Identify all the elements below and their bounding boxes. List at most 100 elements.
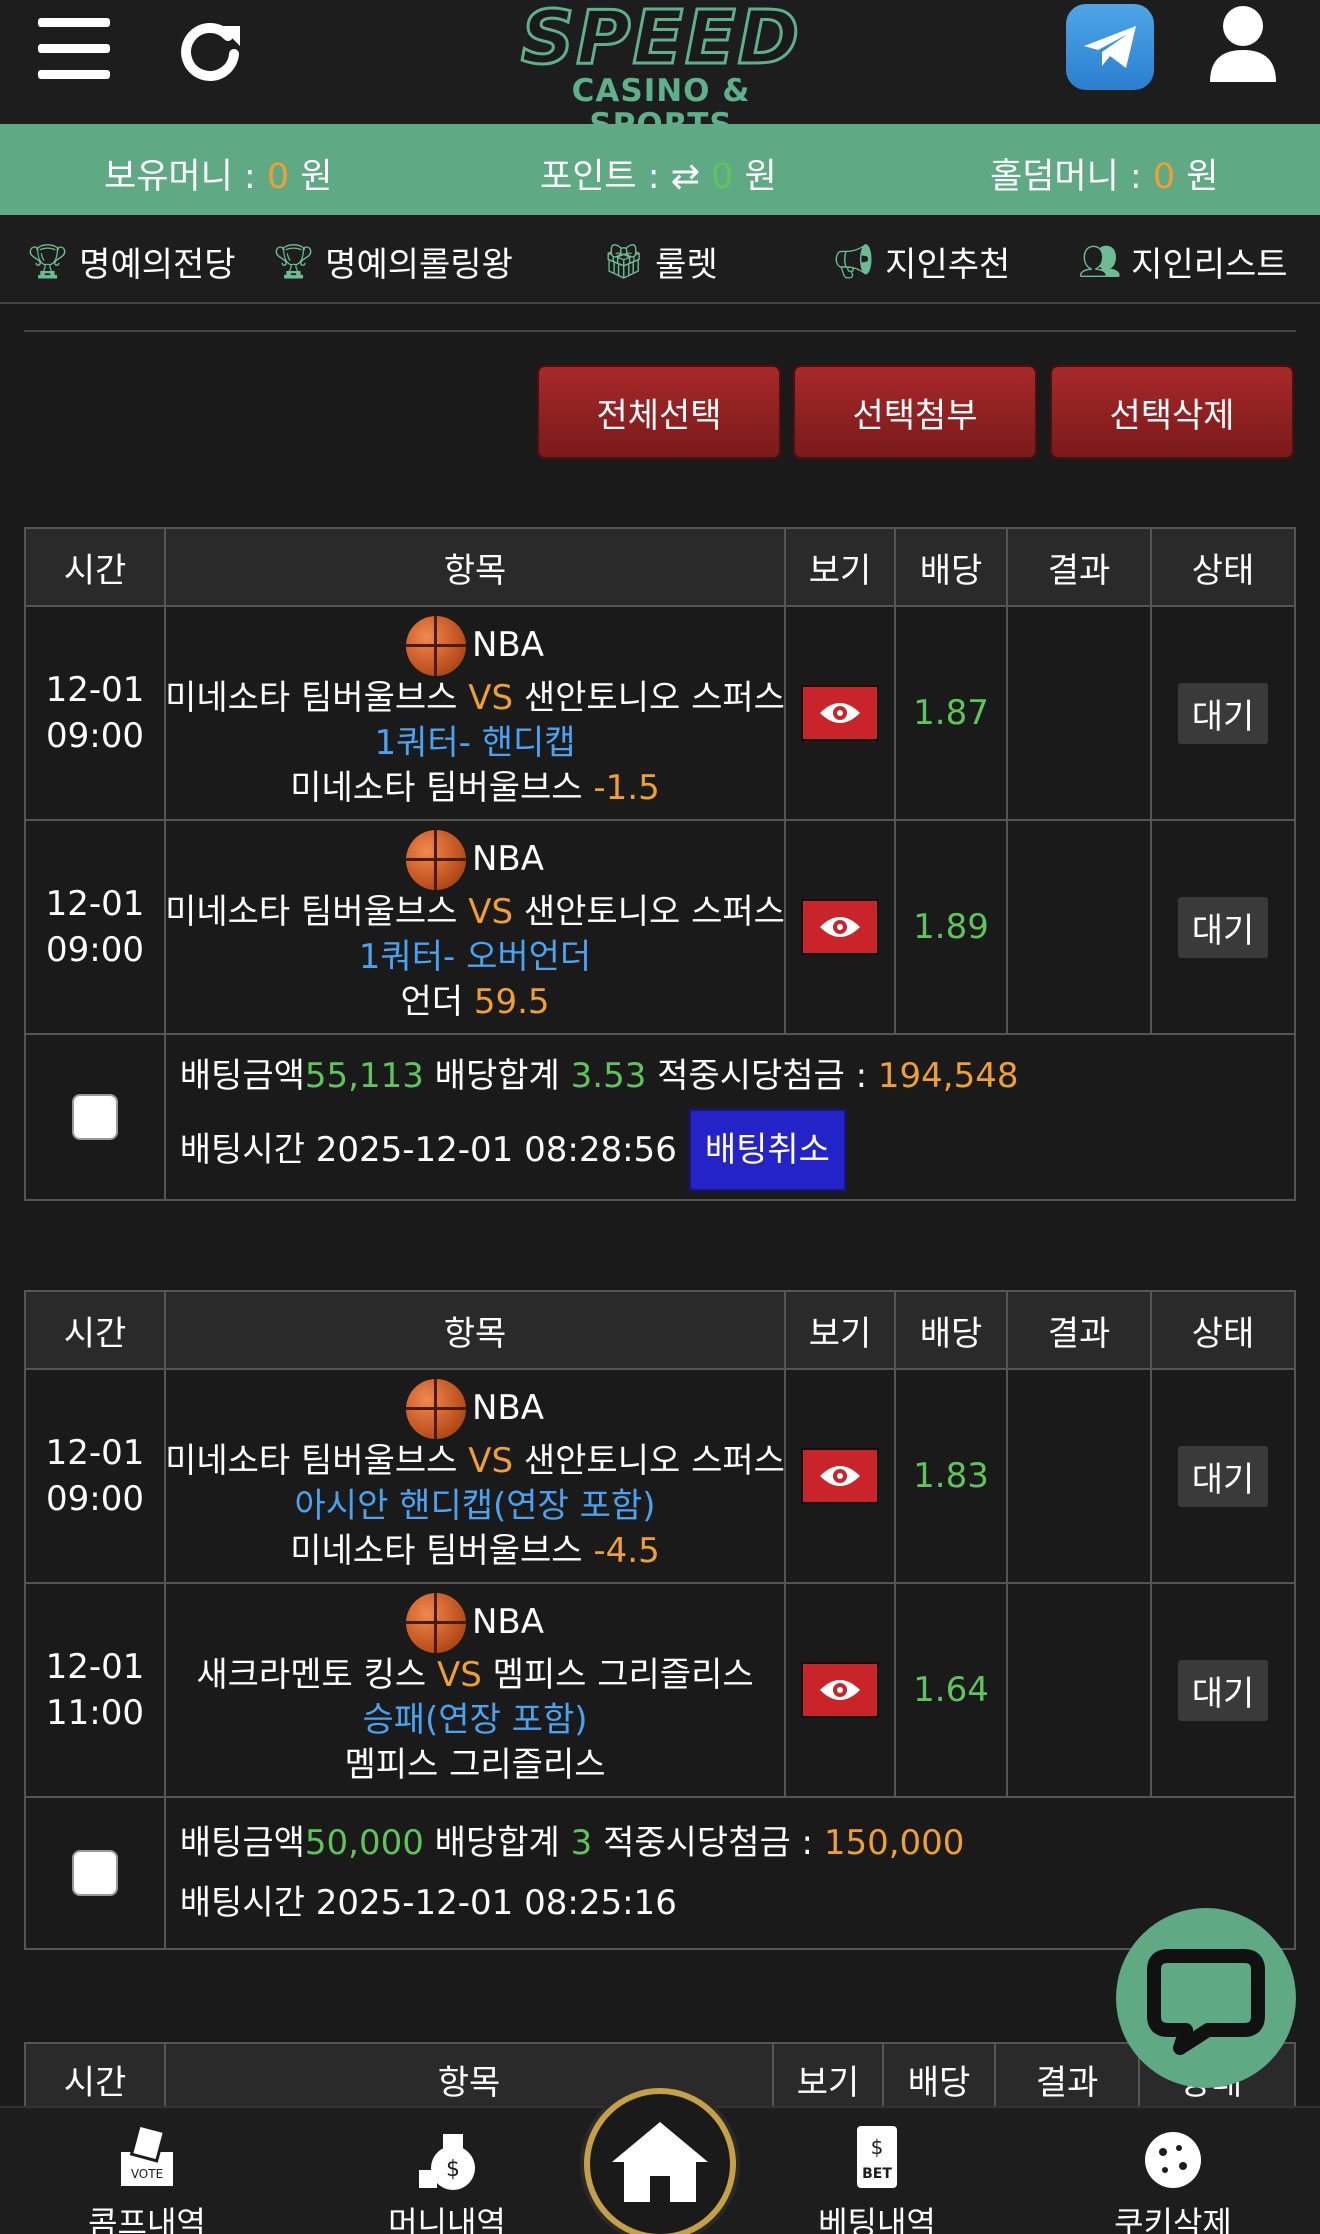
status-cell: 대기 <box>1152 1370 1294 1582</box>
header-view: 보기 <box>786 529 896 605</box>
bottom-nav-comp[interactable]: VOTE 콤프내역 <box>62 2122 232 2234</box>
odds-cell: 1.64 <box>896 1584 1008 1796</box>
status-badge: 대기 <box>1177 1659 1269 1721</box>
game-info: NBA 미네소타 팀버울브스 VS 샌안토니오 스퍼스 아시안 핸디캡(연장 포… <box>166 1370 786 1582</box>
point-money: 포인트 : ⇄ 0 원 <box>540 157 777 197</box>
header-item: 항목 <box>166 1292 786 1368</box>
delete-selected-button[interactable]: 선택삭제 <box>1050 365 1294 459</box>
header-view: 보기 <box>786 1292 896 1368</box>
table-header-row: 시간 항목 보기 배당 결과 상태 <box>26 1292 1294 1370</box>
odds-cell: 1.89 <box>896 821 1008 1033</box>
megaphone-icon: 📢︎ <box>832 241 876 282</box>
basketball-icon <box>405 1592 466 1653</box>
nav-rolling-king[interactable]: 🏆︎ 명예의롤링왕 <box>272 237 513 286</box>
select-checkbox[interactable] <box>71 1094 118 1140</box>
checkbox-cell <box>26 1798 166 1948</box>
header-time: 시간 <box>26 529 166 605</box>
game-time: 12-01 09:00 <box>26 607 166 819</box>
header-status: 상태 <box>1191 1313 1255 1354</box>
vote-box-icon: VOTE <box>115 2122 179 2192</box>
bottom-nav-cookie[interactable]: 쿠키삭제 <box>1088 2122 1258 2234</box>
exchange-icon[interactable]: ⇄ <box>671 157 711 197</box>
svg-text:$: $ <box>871 2135 884 2159</box>
nav-referral[interactable]: 📢︎ 지인추천 <box>832 237 1010 286</box>
header-time: 시간 <box>26 1292 166 1368</box>
table-row: 12-01 11:00 NBA 새크라멘토 킹스 VS 멤피스 그리즐리스 승패… <box>26 1584 1294 1798</box>
view-cell <box>786 1370 896 1582</box>
bet-slip-icon: $ BET <box>845 2122 909 2192</box>
result-cell <box>1008 607 1152 819</box>
result-cell <box>1008 1370 1152 1582</box>
basketball-icon <box>405 1378 466 1439</box>
bet-summary-row: 배팅금액 55,113 배당합계 3.53 적중시당첨금 : 194,548 배… <box>26 1035 1294 1199</box>
status-badge: 대기 <box>1177 682 1269 744</box>
top-header: SPEED CASINO & SPORTS <box>0 0 1320 142</box>
table-row: 12-01 09:00 NBA 미네소타 팀버울브스 VS 샌안토니오 스퍼스 … <box>26 607 1294 821</box>
game-time: 12-01 09:00 <box>26 821 166 1033</box>
refresh-icon[interactable] <box>176 16 244 84</box>
eye-icon[interactable] <box>801 899 879 955</box>
header-time: 시간 <box>26 2044 166 2110</box>
svg-text:BET: BET <box>862 2166 892 2182</box>
attach-selected-button[interactable]: 선택첨부 <box>793 365 1037 459</box>
basketball-icon <box>405 615 466 676</box>
eye-icon[interactable] <box>801 1448 879 1504</box>
nav-hall-of-fame[interactable]: 🏆︎ 명예의전당 <box>26 237 236 286</box>
status-badge: 대기 <box>1177 1445 1269 1507</box>
holdem-money: 홀덤머니 : 0 원 <box>990 157 1219 197</box>
nav-referral-list[interactable]: 👥︎ 지인리스트 <box>1078 237 1288 286</box>
eye-icon[interactable] <box>801 1662 879 1718</box>
header-odds: 배당 <box>896 1292 1008 1368</box>
home-button[interactable] <box>584 2088 736 2234</box>
bet-slip-table: 시간 항목 보기 배당 결과 상태 12-01 09:00 NBA 미네소타 팀… <box>24 527 1296 1201</box>
select-checkbox[interactable] <box>71 1850 118 1896</box>
bottom-nav-betting[interactable]: $ BET 베팅내역 <box>792 2122 962 2234</box>
telegram-icon[interactable] <box>1066 4 1154 90</box>
game-info: NBA 새크라멘토 킹스 VS 멤피스 그리즐리스 승패(연장 포함) 멤피스 … <box>166 1584 786 1796</box>
home-icon <box>612 2122 708 2202</box>
chat-icon <box>1147 1949 1265 2055</box>
status-cell: 대기 <box>1152 821 1294 1033</box>
status-badge: 대기 <box>1177 896 1269 958</box>
svg-text:$: $ <box>446 2157 460 2182</box>
cancel-bet-button[interactable]: 배팅취소 <box>688 1109 846 1191</box>
result-cell <box>1008 821 1152 1033</box>
site-logo[interactable]: SPEED CASINO & SPORTS <box>496 0 826 142</box>
status-cell: 대기 <box>1152 607 1294 819</box>
trophy-icon: 🏆︎ <box>26 241 70 282</box>
odds-cell: 1.83 <box>896 1370 1008 1582</box>
odds-cell: 1.87 <box>896 607 1008 819</box>
bottom-nav-money[interactable]: $ 머니내역 <box>362 2122 532 2234</box>
header-item: 항목 <box>166 529 786 605</box>
select-all-button[interactable]: 전체선택 <box>537 365 781 459</box>
trophy-icon: 🏆︎ <box>272 241 316 282</box>
header-status: 상태 <box>1191 550 1255 591</box>
header-odds: 배당 <box>884 2044 996 2110</box>
cookie-icon <box>1141 2122 1205 2192</box>
chat-button[interactable] <box>1116 1908 1296 2088</box>
header-view: 보기 <box>774 2044 884 2110</box>
gift-icon: 🎁︎ <box>602 241 646 282</box>
holding-money: 보유머니 : 0 원 <box>104 157 333 197</box>
basketball-icon <box>405 829 466 890</box>
users-icon: 👥︎ <box>1078 241 1122 282</box>
view-cell <box>786 1584 896 1796</box>
table-row: 12-01 09:00 NBA 미네소타 팀버울브스 VS 샌안토니오 스퍼스 … <box>26 1370 1294 1584</box>
view-cell <box>786 821 896 1033</box>
header-odds: 배당 <box>896 529 1008 605</box>
checkbox-cell <box>26 1035 166 1199</box>
money-bag-icon: $ <box>415 2122 479 2192</box>
game-info: NBA 미네소타 팀버울브스 VS 샌안토니오 스퍼스 1쿼터- 오버언더 언더… <box>166 821 786 1033</box>
nav-roulette[interactable]: 🎁︎ 룰렛 <box>602 237 718 286</box>
game-time: 12-01 09:00 <box>26 1370 166 1582</box>
user-icon[interactable] <box>1208 4 1278 84</box>
eye-icon[interactable] <box>801 685 879 741</box>
bet-summary: 배팅금액 55,113 배당합계 3.53 적중시당첨금 : 194,548 배… <box>166 1035 1294 1199</box>
game-info: NBA 미네소타 팀버울브스 VS 샌안토니오 스퍼스 1쿼터- 핸디캡 미네소… <box>166 607 786 819</box>
game-time: 12-01 11:00 <box>26 1584 166 1796</box>
header-result: 결과 <box>1008 1292 1152 1368</box>
table-header-row: 시간 항목 보기 배당 결과 상태 <box>26 529 1294 607</box>
result-cell <box>1008 1584 1152 1796</box>
view-cell <box>786 607 896 819</box>
menu-icon[interactable] <box>38 18 110 80</box>
